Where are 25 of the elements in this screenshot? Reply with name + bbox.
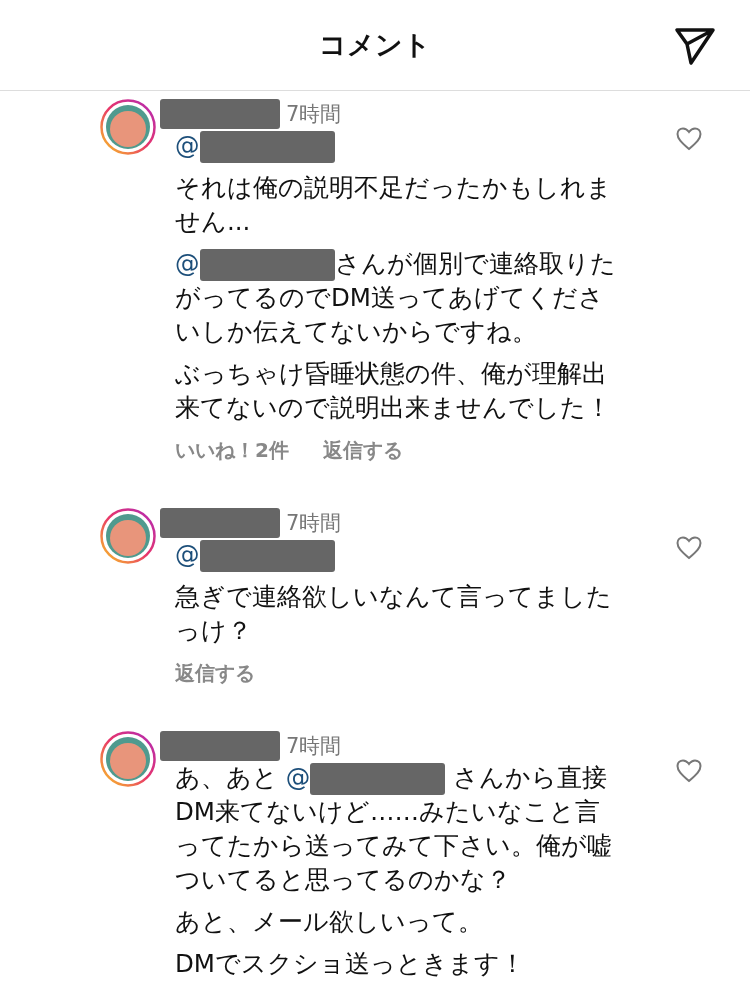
page-title: コメント <box>319 28 431 62</box>
timestamp: 7時間 <box>286 101 342 128</box>
mention-link[interactable]: @ <box>175 540 200 569</box>
action-link[interactable]: いいね！2件 <box>175 437 289 464</box>
send-icon[interactable] <box>674 26 716 66</box>
comment-text: DMでスクショ送っときます！ <box>175 948 526 980</box>
comment-text: ぶっちゃけ昏睡状態の件、俺が理解出来てないので説明出来ませんでした！ <box>175 358 612 424</box>
action-link[interactable]: 返信する <box>322 437 403 464</box>
timestamp: 7時間 <box>286 733 342 760</box>
mention-link[interactable]: @ <box>175 249 200 278</box>
mention-link[interactable]: @ <box>285 763 311 792</box>
comment-text: あ、あと @ さんから直接DM来てないけど……みたいなこと言ってたから送ってみて下さい。俺が嘘ついてると思ってるのかな？ <box>175 762 613 896</box>
avatar-icon[interactable] <box>100 731 156 787</box>
avatar-icon[interactable] <box>100 99 156 155</box>
avatar-icon[interactable] <box>100 508 156 564</box>
heart-icon[interactable] <box>676 759 702 783</box>
comment-text: あと、メール欲しいって。 <box>175 906 484 938</box>
comment-text: それは俺の説明不足だったかもしれません... <box>175 172 613 238</box>
timestamp: 7時間 <box>286 510 342 537</box>
heart-icon[interactable] <box>676 536 702 560</box>
heart-icon[interactable] <box>676 127 702 151</box>
comment-text: 急ぎで連絡欲しいなんて言ってましたっけ？ <box>175 581 613 647</box>
comment-text: @ さんが個別で連絡取りたがってるのでDM送ってあげてくださいしか伝えてないからですね。 <box>175 248 617 348</box>
mention-link[interactable]: @ <box>175 131 200 160</box>
action-link[interactable]: 返信する <box>175 660 255 687</box>
